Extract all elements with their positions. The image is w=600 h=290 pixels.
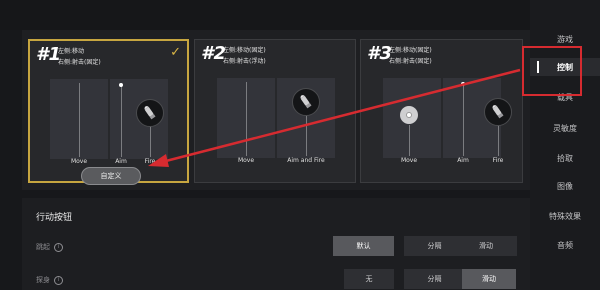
lean-option-slide[interactable]: 滑动 [462,269,516,289]
lean-label: 探身 [36,276,50,284]
aim-fire-label: Aim and Fire [287,157,325,164]
fire-label: Fire [492,157,504,164]
move-label: Move [70,158,88,165]
sidebar-item-audio[interactable]: 音频 [530,236,600,254]
aim-dot [119,83,123,87]
selected-check-icon: ✓ [170,45,181,60]
fire-label: Fire [144,158,156,165]
layout-card-1[interactable]: #1 左侧:移动 右侧:射击(固定) ✓ Move Aim Fire 自定义 [28,39,189,185]
layout-description: 左侧:移动 右侧:射击(固定) [58,48,101,66]
move-label: Move [400,157,418,164]
joystick-icon [400,106,418,124]
sidebar-item-effects[interactable]: 特殊效果 [530,207,600,225]
fire-line [498,124,499,156]
customize-button[interactable]: 自定义 [81,167,141,185]
aim-dot [461,82,465,86]
move-line [246,82,247,156]
layout-description: 左侧:移动(固定) 右侧:射击(浮动) [223,47,266,65]
jump-label: 跳起 [36,243,50,251]
fire-bullet-icon [484,98,512,126]
settings-main-panel: #1 左侧:移动 右侧:射击(固定) ✓ Move Aim Fire 自定义 #… [0,0,530,290]
aim-fire-line [306,116,307,156]
aim-label: Aim [115,158,127,165]
fire-bullet-icon [136,99,164,127]
sidebar-item-graphics[interactable]: 图像 [530,177,600,195]
layout-description: 左侧:移动(固定) 右侧:射击(固定) [389,47,432,65]
info-icon[interactable]: i [54,242,63,252]
jump-option-default[interactable]: 默认 [333,236,394,256]
move-line [409,125,410,156]
sidebar-item-pickup[interactable]: 拾取 [530,149,600,167]
aim-line [463,82,464,156]
info-icon[interactable]: i [54,275,63,285]
jump-row-label: 跳起 i [36,242,63,252]
section-title: 行动按钮 [36,213,73,223]
aim-line [121,83,122,157]
move-label: Move [237,157,255,164]
highlight-box [522,46,582,96]
layout-card-3[interactable]: #3 左侧:移动(固定) 右侧:射击(固定) Move Aim Fire [360,39,523,183]
lean-option-split[interactable]: 分隔 [404,269,465,289]
lean-row-label: 探身 i [36,275,63,285]
top-strip [0,0,530,30]
layout-card-2[interactable]: #2 左侧:移动(固定) 右侧:射击(浮动) Move Aim and Fire [194,39,356,183]
lean-option-none[interactable]: 无 [344,269,394,289]
action-buttons-section: 行动按钮 跳起 i 默认 分隔 滑动 探身 i 无 分隔 滑动 [22,198,530,290]
sidebar-item-sensitivity[interactable]: 灵敏度 [530,119,600,137]
jump-option-slide[interactable]: 滑动 [455,236,517,256]
fire-bullet-icon [292,88,320,116]
aim-label: Aim [457,157,469,164]
fire-line [150,125,151,157]
control-layouts-panel: #1 左侧:移动 右侧:射击(固定) ✓ Move Aim Fire 自定义 #… [22,30,530,190]
move-line [79,83,80,157]
settings-sidebar: 游戏 控制 载具 灵敏度 拾取 图像 特殊效果 音频 [530,0,600,290]
